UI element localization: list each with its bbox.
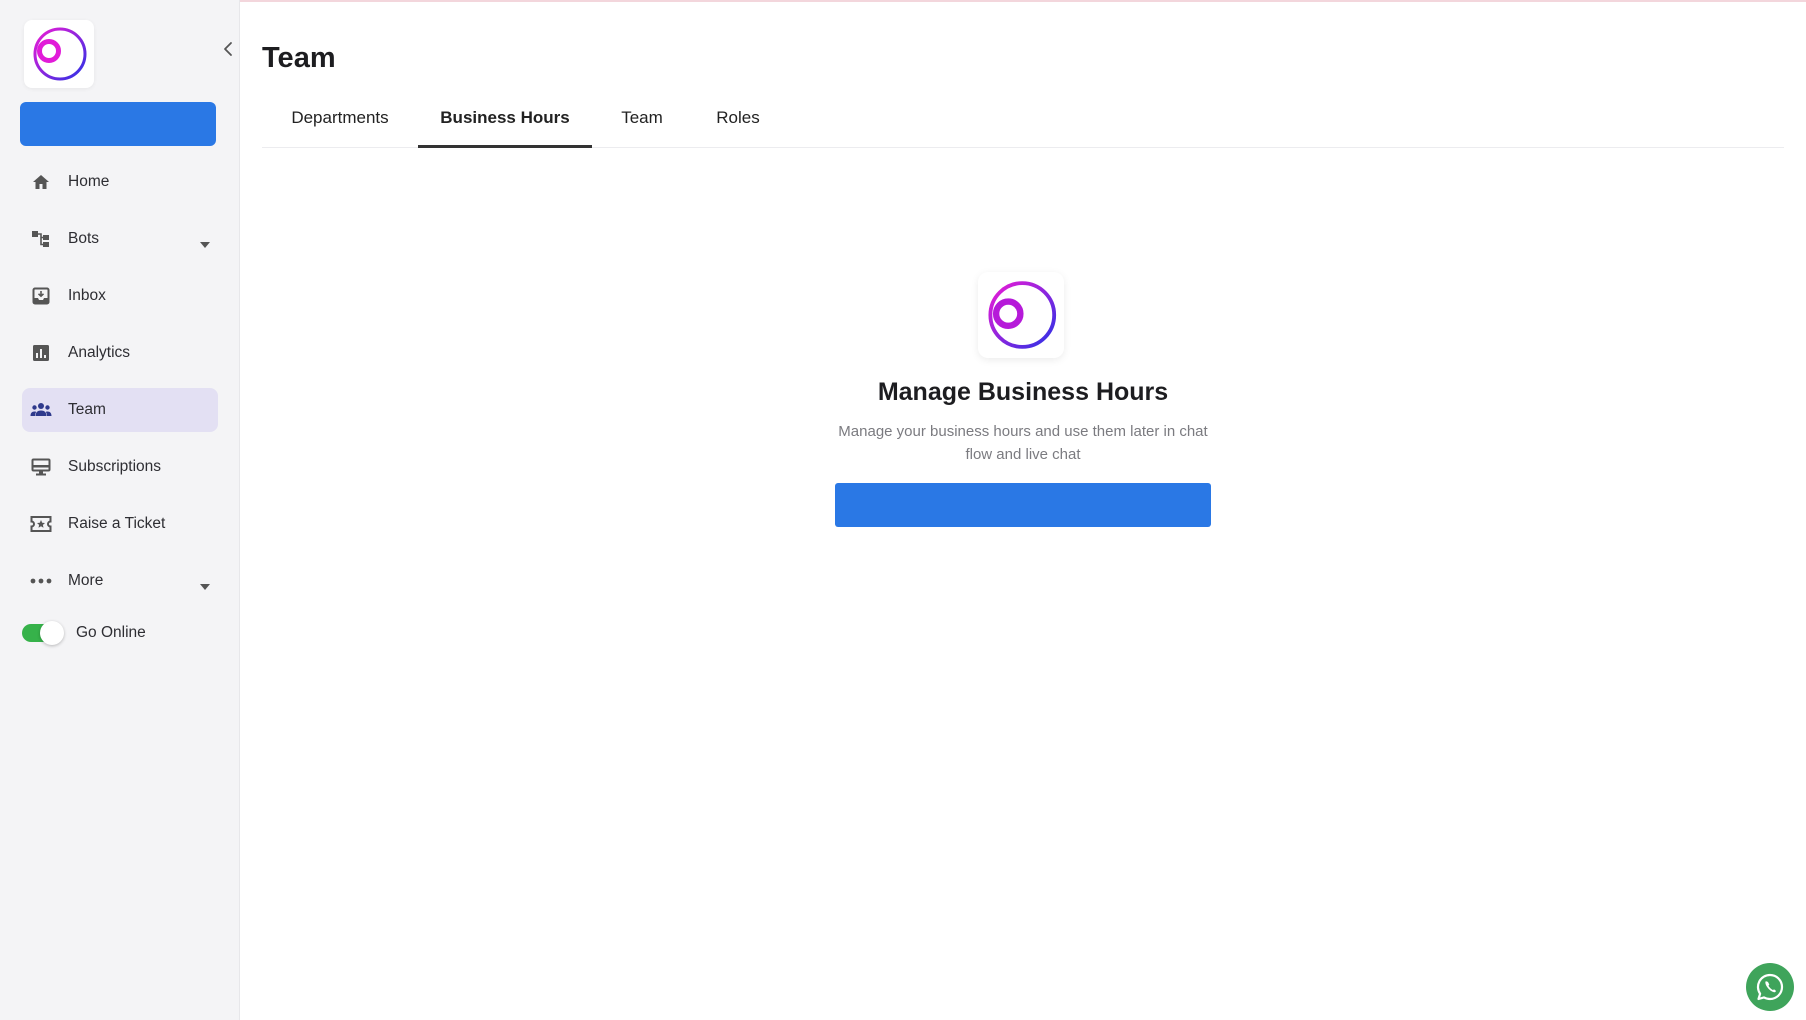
brand-logo-icon (33, 27, 87, 81)
app-root: Home Bots Inbox Analytics Team Subscript… (0, 0, 1806, 1020)
home-icon (30, 171, 52, 193)
tab-team[interactable]: Team (592, 100, 692, 148)
brand-logo-icon (988, 281, 1057, 349)
tab-business-hours[interactable]: Business Hours (418, 100, 592, 148)
sidebar-item-label: Analytics (68, 344, 131, 361)
toggle-knob (40, 621, 64, 645)
tab-departments[interactable]: Departments (262, 100, 418, 148)
sidebar-item-inbox[interactable]: Inbox (22, 274, 218, 318)
bar-chart-icon (30, 342, 52, 364)
chevron-left-icon (224, 42, 232, 56)
inbox-icon (30, 285, 52, 307)
monitor-icon (30, 456, 52, 478)
flow-icon (30, 228, 52, 250)
sidebar-item-bots[interactable]: Bots (22, 217, 218, 261)
tab-roles[interactable]: Roles (692, 100, 784, 148)
add-business-hours-button[interactable] (835, 483, 1211, 527)
sidebar-item-label: Raise a Ticket (68, 515, 166, 532)
sidebar-primary-button[interactable] (20, 102, 216, 146)
top-accent-line (0, 0, 1806, 2)
empty-state-logo (978, 272, 1064, 358)
empty-state-title: Manage Business Hours (877, 378, 1169, 406)
sidebar-item-raise-ticket[interactable]: Raise a Ticket (22, 502, 218, 546)
sidebar-item-more[interactable]: More (22, 559, 218, 603)
sidebar-item-subscriptions[interactable]: Subscriptions (22, 445, 218, 489)
collapse-sidebar-button[interactable] (218, 38, 238, 60)
sidebar: Home Bots Inbox Analytics Team Subscript… (0, 0, 240, 1020)
whatsapp-icon (1756, 973, 1784, 1001)
caret-down-icon (200, 235, 210, 253)
brand-logo[interactable] (24, 20, 94, 88)
sidebar-item-analytics[interactable]: Analytics (22, 331, 218, 375)
sidebar-item-label: More (68, 572, 104, 589)
sidebar-item-team[interactable]: Team (22, 388, 218, 432)
whatsapp-chat-button[interactable] (1746, 963, 1794, 1011)
sidebar-item-label: Subscriptions (68, 458, 162, 475)
go-online-toggle[interactable] (22, 621, 64, 645)
sidebar-item-label: Bots (68, 230, 100, 247)
sidebar-item-home[interactable]: Home (22, 160, 218, 204)
sidebar-nav: Home Bots Inbox Analytics Team Subscript… (22, 160, 218, 616)
sidebar-item-label: Home (68, 173, 110, 190)
tab-bar: Departments Business Hours Team Roles (262, 100, 1784, 148)
more-dots-icon (30, 570, 52, 592)
ticket-icon (30, 513, 52, 535)
people-icon (30, 399, 52, 421)
go-online-label: Go Online (76, 624, 146, 641)
go-online-row: Go Online (22, 620, 146, 646)
sidebar-item-label: Team (68, 401, 106, 418)
sidebar-item-label: Inbox (68, 287, 106, 304)
caret-down-icon (200, 577, 210, 595)
page-title: Team (262, 42, 336, 74)
empty-state-description: Manage your business hours and use them … (838, 423, 1208, 463)
